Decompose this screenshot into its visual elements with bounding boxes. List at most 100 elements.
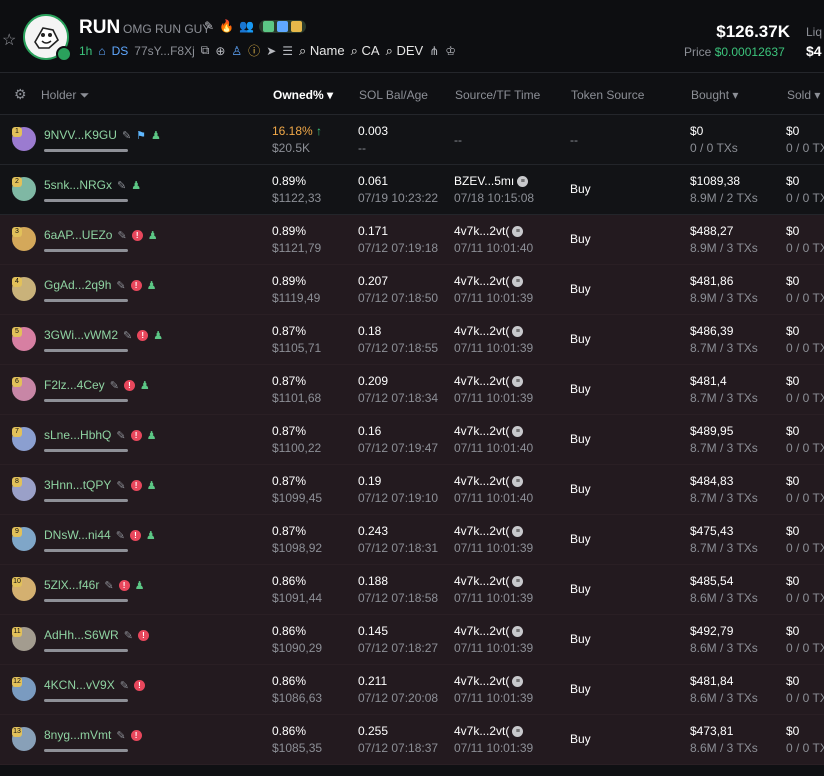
holder-address[interactable]: 8nyg...mVmt ✎! <box>44 728 142 742</box>
token-source: Buy <box>570 182 591 196</box>
holder-avatar[interactable]: 12 <box>12 677 36 701</box>
share-icon[interactable]: ⋔ <box>429 44 439 58</box>
table-row[interactable]: 8 3Hnn...tQPY ✎! ♟ 0.87% $1099,45 0.19 07/12 07… <box>0 465 824 515</box>
edit-icon[interactable]: ✎ <box>122 129 131 142</box>
source-address[interactable]: 4v7k...2vt(≡ <box>454 424 524 438</box>
holder-address[interactable]: 9NVV...K9GU ✎ ⚑ ♟ <box>44 128 161 142</box>
holder-avatar[interactable]: 4 <box>12 277 36 301</box>
holder-address[interactable]: sLne...HbhQ ✎! ♟ <box>44 428 156 442</box>
source-time: 07/11 10:01:40 <box>454 491 534 505</box>
table-row[interactable]: 2 5snk...NRGx ✎ ♟ 0.89% $1122,33 0.061 07/19 10… <box>0 165 824 215</box>
table-row[interactable]: 13 8nyg...mVmt ✎! 0.86% $1085,35 0.255 07/12 0… <box>0 715 824 765</box>
search-dev-link[interactable]: ⌕ DEV <box>386 43 424 59</box>
col-source[interactable]: Source/TF Time <box>455 88 540 102</box>
table-row[interactable]: 11 AdHh...S6WR ✎! 0.86% $1090,29 0.145 07/12 0… <box>0 615 824 665</box>
source-address[interactable]: 4v7k...2vt(≡ <box>454 324 524 338</box>
holder-address[interactable]: 4KCN...vV9X ✎! <box>44 678 145 692</box>
table-row[interactable]: 3 6aAP...UEZo ✎! ♟ 0.89% $1121,79 0.171 07/12 0… <box>0 215 824 265</box>
source-address[interactable]: 4v7k...2vt(≡ <box>454 524 524 538</box>
holder-avatar[interactable]: 11 <box>12 627 36 651</box>
ds-label[interactable]: DS <box>112 44 129 58</box>
edit-icon[interactable]: ✎ <box>124 629 133 642</box>
col-owned[interactable]: Owned% ▾ <box>273 88 333 102</box>
edit-icon[interactable]: ✎ <box>117 229 126 242</box>
holder-avatar[interactable]: 5 <box>12 327 36 351</box>
fire-icon: 🔥 <box>219 19 235 33</box>
holder-address[interactable]: AdHh...S6WR ✎! <box>44 628 149 642</box>
holder-avatar[interactable]: 8 <box>12 477 36 501</box>
holder-avatar[interactable]: 3 <box>12 227 36 251</box>
menu-icon[interactable]: ☰ <box>282 44 293 58</box>
source-address-text: 4v7k...2vt( <box>454 474 510 488</box>
copy-icon[interactable]: ⧉ <box>201 43 210 58</box>
source-time: 07/11 10:01:39 <box>454 341 534 355</box>
edit-icon[interactable]: ✎ <box>116 429 125 442</box>
edit-icon[interactable]: ✎ <box>116 479 125 492</box>
edit-icon[interactable]: ✎ <box>104 579 113 592</box>
holder-avatar[interactable]: 6 <box>12 377 36 401</box>
table-row[interactable]: 1 9NVV...K9GU ✎ ⚑ ♟ 16.18% ↑ $20.5K 0.003 -- -- --… <box>0 115 824 165</box>
holder-address[interactable]: GgAd...2q9h ✎! ♟ <box>44 278 156 292</box>
holder-address[interactable]: 6aAP...UEZo ✎! ♟ <box>44 228 158 242</box>
edit-icon[interactable]: ✎ <box>110 379 119 392</box>
table-row[interactable]: 7 sLne...HbhQ ✎! ♟ 0.87% $1100,22 0.16 07/12 07… <box>0 415 824 465</box>
holder-address[interactable]: F2lz...4Cey ✎! ♟ <box>44 378 150 392</box>
col-bought[interactable]: Bought ▾ <box>691 88 738 102</box>
source-address[interactable]: 4v7k...2vt(≡ <box>454 674 524 688</box>
owned-pct: 16.18% ↑ <box>272 124 322 138</box>
holder-avatar[interactable]: 9 <box>12 527 36 551</box>
table-row[interactable]: 6 F2lz...4Cey ✎! ♟ 0.87% $1101,68 0.209 07/12 0… <box>0 365 824 415</box>
col-sol-bal[interactable]: SOL Bal/Age <box>359 88 428 102</box>
edit-icon[interactable]: ✎ <box>117 179 126 192</box>
source-address[interactable]: 4v7k...2vt(≡ <box>454 574 524 588</box>
table-row[interactable]: 5 3GWi...vWM2 ✎! ♟ 0.87% $1105,71 0.18 07/12 07… <box>0 315 824 365</box>
edit-icon[interactable]: ✎ <box>116 279 125 292</box>
holder-avatar[interactable]: 10 <box>12 577 36 601</box>
source-address[interactable]: 4v7k...2vt(≡ <box>454 374 524 388</box>
holder-avatar[interactable]: 13 <box>12 727 36 751</box>
source-address[interactable]: 4v7k...2vt(≡ <box>454 274 524 288</box>
holder-avatar[interactable]: 7 <box>12 427 36 451</box>
holder-address[interactable]: DNsW...ni44 ✎! ♟ <box>44 528 156 542</box>
owned-pct-value: 0.87% <box>272 424 307 438</box>
edit-icon[interactable]: ✎ <box>204 19 214 33</box>
telegram-icon[interactable]: ➤ <box>266 44 276 58</box>
holder-avatar[interactable]: 2 <box>12 177 36 201</box>
source-address[interactable]: BZEV...5mı ≡ <box>454 174 529 188</box>
globe-icon[interactable]: ⊕ <box>215 44 225 58</box>
source-address[interactable]: 4v7k...2vt(≡ <box>454 624 524 638</box>
source-address[interactable]: 4v7k...2vt(≡ <box>454 224 524 238</box>
holder-address-text: GgAd...2q9h <box>44 278 112 292</box>
bought-txs: 8.7M / 3 TXs <box>690 441 758 455</box>
owned-usd: $1099,45 <box>272 491 323 505</box>
holder-address[interactable]: 5snk...NRGx ✎ ♟ <box>44 178 141 192</box>
search-ca-link[interactable]: ⌕ CA <box>351 43 380 59</box>
star-icon[interactable]: ☆ <box>2 30 16 50</box>
search-name-link[interactable]: ⌕ Name <box>299 43 345 59</box>
holder-address[interactable]: 3GWi...vWM2 ✎! ♟ <box>44 328 163 342</box>
table-row[interactable]: 12 4KCN...vV9X ✎! 0.86% $1086,63 0.211 07/12 0… <box>0 665 824 715</box>
holder-address[interactable]: 3Hnn...tQPY ✎! ♟ <box>44 478 156 492</box>
source-address[interactable]: 4v7k...2vt(≡ <box>454 474 524 488</box>
edit-icon[interactable]: ✎ <box>116 729 125 742</box>
warning-icon[interactable]: ⓘ <box>248 42 260 59</box>
edit-icon[interactable]: ✎ <box>123 329 132 342</box>
table-row[interactable]: 9 DNsW...ni44 ✎! ♟ 0.87% $1098,92 0.243 07/12 0… <box>0 515 824 565</box>
col-holder[interactable]: Holder ⏷ <box>41 88 89 103</box>
person-icon: ♟ <box>145 529 156 542</box>
user-icon[interactable]: ♙ <box>231 44 242 58</box>
table-row[interactable]: 4 GgAd...2q9h ✎! ♟ 0.89% $1119,49 0.207 07/12 0… <box>0 265 824 315</box>
table-row[interactable]: 10 5ZlX...f46r ✎! ♟ 0.86% $1091,44 0.188 07/12 … <box>0 565 824 615</box>
col-sold[interactable]: Sold ▾ <box>787 88 820 102</box>
col-token-source[interactable]: Token Source <box>571 88 644 102</box>
source-address[interactable]: 4v7k...2vt(≡ <box>454 724 524 738</box>
holder-address[interactable]: 5ZlX...f46r ✎! ♟ <box>44 578 144 592</box>
contract-address[interactable]: 77sY...F8Xj <box>134 44 194 58</box>
funnel-icon[interactable]: ⏷ <box>80 88 90 102</box>
holder-avatar[interactable]: 1 <box>12 127 36 151</box>
crown-icon[interactable]: ♔ <box>445 44 456 58</box>
filter-sliders-icon[interactable]: ⚙ <box>14 86 27 103</box>
source-time: 07/11 10:01:39 <box>454 591 534 605</box>
edit-icon[interactable]: ✎ <box>116 529 125 542</box>
edit-icon[interactable]: ✎ <box>120 679 129 692</box>
